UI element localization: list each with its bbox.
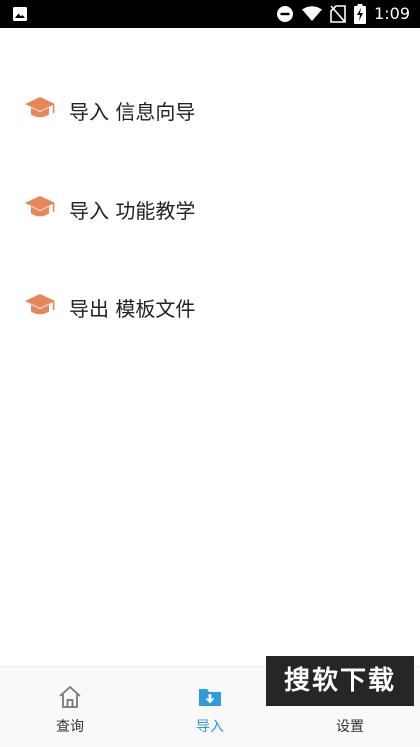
menu-item-import-info-wizard[interactable]: 导入 信息向导 bbox=[0, 77, 420, 137]
menu-item-label: 导入 功能教学 bbox=[69, 199, 196, 223]
image-icon bbox=[12, 6, 28, 22]
menu-item-export-template-file[interactable]: 导出 模板文件 bbox=[0, 274, 420, 334]
folder-download-icon bbox=[197, 684, 223, 710]
menu-item-label: 导出 模板文件 bbox=[69, 297, 196, 321]
tab-query[interactable]: 查询 bbox=[0, 667, 140, 747]
graduation-cap-icon bbox=[24, 95, 56, 121]
graduation-cap-icon bbox=[24, 292, 56, 318]
menu-item-label: 导入 信息向导 bbox=[69, 100, 196, 124]
status-bar: 1:09 bbox=[0, 0, 420, 28]
status-time: 1:09 bbox=[374, 4, 410, 23]
watermark-logo: 搜软下载 bbox=[266, 656, 414, 706]
menu-item-import-feature-tutorial[interactable]: 导入 功能教学 bbox=[0, 176, 420, 236]
tab-label: 设置 bbox=[336, 719, 364, 735]
tab-label: 导入 bbox=[196, 719, 224, 735]
tab-label: 查询 bbox=[56, 719, 84, 735]
wifi-icon bbox=[302, 6, 323, 22]
battery-charging-icon bbox=[354, 4, 367, 24]
no-sim-icon bbox=[330, 5, 346, 23]
tab-import[interactable]: 导入 bbox=[140, 667, 280, 747]
do-not-disturb-icon bbox=[276, 5, 294, 23]
graduation-cap-icon bbox=[24, 194, 56, 220]
home-icon bbox=[57, 684, 83, 710]
